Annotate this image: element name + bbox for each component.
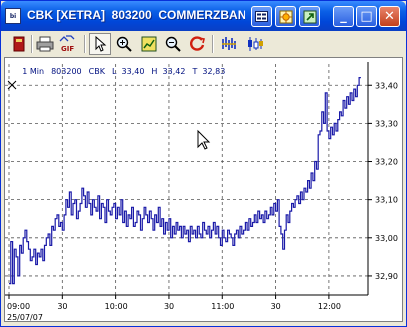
chart-window: bi CBK [XETRA] 803200 COMMERZBANK _ □ ✕ … bbox=[0, 0, 407, 327]
y-tick-label: 33,00 bbox=[375, 234, 398, 243]
y-tick-label: 32,90 bbox=[375, 272, 398, 281]
toolbar-separator bbox=[84, 35, 86, 53]
zoom-out-button[interactable] bbox=[162, 33, 184, 55]
toolbar-separator bbox=[212, 35, 214, 53]
arrow-window-icon bbox=[303, 10, 316, 23]
zoom-area-icon bbox=[141, 36, 157, 52]
save-gif-button[interactable]: GIF bbox=[57, 33, 79, 55]
pointer-button[interactable] bbox=[89, 33, 111, 55]
save-gif-icon: GIF bbox=[59, 35, 75, 53]
zoom-area-button[interactable] bbox=[138, 33, 160, 55]
bar-chart-button[interactable] bbox=[218, 33, 240, 55]
x-tick-label: 12:00 bbox=[318, 302, 341, 311]
print-icon bbox=[36, 36, 54, 52]
date-label: 25/07/07 bbox=[7, 313, 43, 321]
bar-chart-icon bbox=[222, 37, 236, 50]
app-icon: bi bbox=[5, 8, 21, 24]
zoom-in-icon bbox=[116, 36, 132, 52]
print-button[interactable] bbox=[34, 33, 56, 55]
open-chart-button[interactable] bbox=[299, 6, 320, 27]
refresh-button[interactable] bbox=[187, 33, 209, 55]
zoom-out-icon bbox=[165, 36, 181, 52]
close-icon: ✕ bbox=[384, 9, 395, 24]
x-tick-label: 09:00 bbox=[7, 302, 30, 311]
sun-icon bbox=[279, 10, 292, 23]
candle-chart-button[interactable] bbox=[244, 33, 266, 55]
svg-text:GIF: GIF bbox=[61, 45, 74, 53]
options-button[interactable] bbox=[275, 6, 296, 27]
window-title: CBK [XETRA] 803200 COMMERZBANK bbox=[27, 8, 245, 22]
toolbar: GIF bbox=[4, 32, 403, 56]
book-icon bbox=[13, 36, 25, 52]
x-tick-label: 30 bbox=[57, 302, 67, 311]
zoom-in-button[interactable] bbox=[113, 33, 135, 55]
x-tick-label: 30 bbox=[164, 302, 174, 311]
tile-icon bbox=[255, 11, 268, 22]
price-chart[interactable]: 32,90 33,00 33,10 33,20 33,30 33,40 09:00 30 10… bbox=[5, 58, 402, 321]
chart-area[interactable]: 1 Min 803200 CBK L 33,40 H 33,42 T 32,83 32,9… bbox=[4, 57, 403, 322]
close-button[interactable]: ✕ bbox=[379, 6, 400, 27]
refresh-icon bbox=[190, 36, 205, 51]
y-tick-label: 33,40 bbox=[375, 81, 398, 90]
mouse-cursor-icon bbox=[197, 129, 211, 150]
x-tick-label: 30 bbox=[271, 302, 281, 311]
chart-grid bbox=[5, 64, 368, 295]
minimize-icon: _ bbox=[340, 9, 347, 24]
title-bar[interactable]: bi CBK [XETRA] 803200 COMMERZBANK _ □ ✕ bbox=[1, 1, 406, 31]
y-tick-label: 33,30 bbox=[375, 119, 398, 128]
y-axis: 32,90 33,00 33,10 33,20 33,30 33,40 bbox=[367, 62, 398, 295]
candle-chart-icon bbox=[248, 37, 263, 51]
price-series-line bbox=[9, 77, 361, 285]
x-axis: 09:00 30 10:00 30 11:00 30 12:00 bbox=[5, 294, 368, 311]
x-tick-label: 11:00 bbox=[211, 302, 234, 311]
book-button[interactable] bbox=[8, 33, 30, 55]
minimize-button[interactable]: _ bbox=[333, 6, 354, 27]
y-tick-label: 33,20 bbox=[375, 158, 398, 167]
maximize-button[interactable]: □ bbox=[356, 6, 377, 27]
maximize-icon: □ bbox=[360, 9, 373, 24]
x-tick-label: 10:00 bbox=[105, 302, 128, 311]
toolbar-separator bbox=[31, 35, 33, 53]
tile-windows-button[interactable] bbox=[251, 6, 272, 27]
chart-series-layer bbox=[9, 77, 361, 285]
y-tick-label: 33,10 bbox=[375, 196, 398, 205]
pointer-icon bbox=[95, 36, 107, 52]
